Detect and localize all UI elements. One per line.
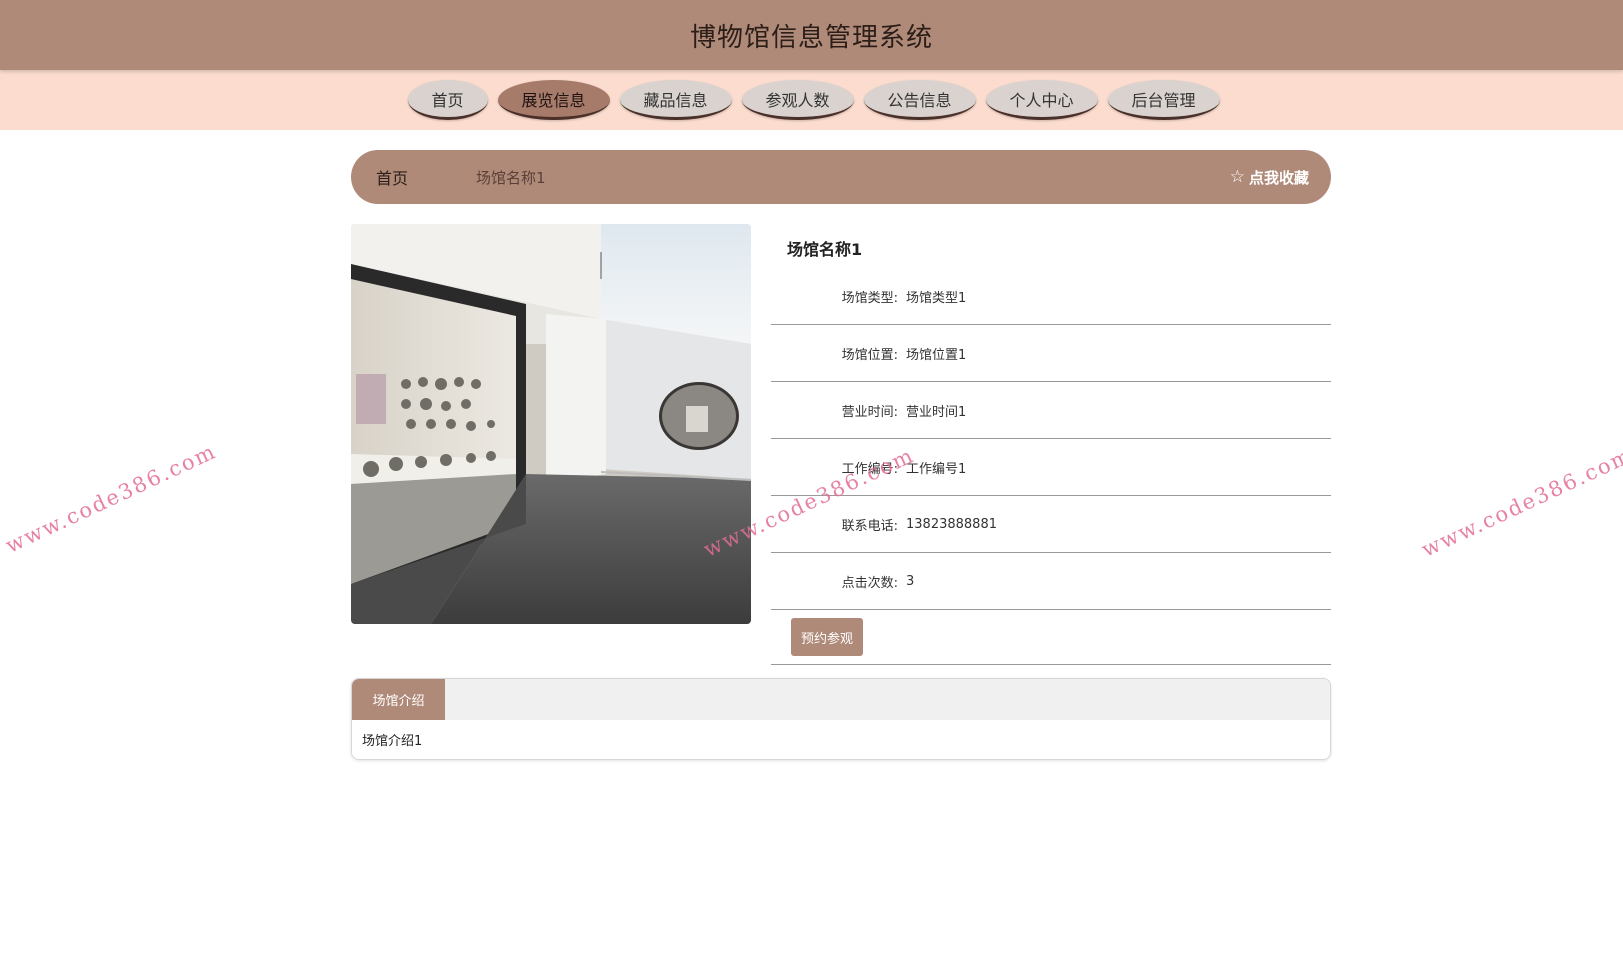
detail-label: 点击次数: [841,575,898,591]
detail-value: 营业时间1 [906,404,967,420]
nav-item-home[interactable]: 首页 [407,80,488,120]
site-header: 博物馆信息管理系统 [0,0,1623,70]
detail-value: 工作编号1 [906,461,967,477]
detail-row-location: 场馆位置: 场馆位置1 [771,325,1331,382]
watermark-right: www.code386.com [1418,443,1623,562]
book-visit-button[interactable]: 预约参观 [791,618,864,656]
nav-item-visitors[interactable]: 参观人数 [741,80,854,120]
detail-label: 营业时间: [841,404,898,420]
nav-item-collections[interactable]: 藏品信息 [619,80,732,120]
detail-label: 场馆位置: [841,347,898,363]
tab-content: 场馆介绍1 [352,720,1330,759]
detail-value: 13823888881 [906,516,997,532]
breadcrumb-current: 场馆名称1 [476,168,546,187]
nav-item-admin[interactable]: 后台管理 [1107,80,1220,120]
detail-label: 场馆类型: [841,290,898,306]
detail-row-clicks: 点击次数: 3 [771,553,1331,610]
detail-value: 3 [906,573,915,589]
tab-venue-intro[interactable]: 场馆介绍 [352,679,445,720]
watermark-left: www.code386.com [2,439,221,558]
detail-label: 工作编号: [841,461,898,477]
detail-value: 场馆类型1 [906,290,967,306]
venue-details: 场馆名称1 场馆类型: 场馆类型1 场馆位置: 场馆位置1 营业时间: 营业时间… [771,224,1331,665]
action-row: 预约参观 [771,610,1331,665]
favorite-label: 点我收藏 [1248,168,1309,187]
site-title: 博物馆信息管理系统 [689,22,933,53]
detail-row-hours: 营业时间: 营业时间1 [771,382,1331,439]
detail-row-staff-id: 工作编号: 工作编号1 [771,439,1331,496]
breadcrumb-home-link[interactable]: 首页 [376,165,476,189]
venue-name: 场馆名称1 [787,240,863,259]
favorite-button[interactable]: ☆ 点我收藏 [1230,167,1309,188]
intro-tabs: 场馆介绍 场馆介绍1 [351,678,1331,760]
nav-item-announcements[interactable]: 公告信息 [863,80,976,120]
venue-photo [351,224,751,624]
tabs-header: 场馆介绍 [352,679,1330,720]
nav-item-exhibitions[interactable]: 展览信息 [497,80,610,120]
detail-row-phone: 联系电话: 13823888881 [771,496,1331,553]
main-nav: 首页 展览信息 藏品信息 参观人数 公告信息 个人中心 后台管理 [0,70,1623,130]
detail-value: 场馆位置1 [906,347,967,363]
nav-item-profile[interactable]: 个人中心 [985,80,1098,120]
detail-label: 联系电话: [841,518,898,534]
detail-row-type: 场馆类型: 场馆类型1 [771,268,1331,325]
breadcrumb: 首页 场馆名称1 ☆ 点我收藏 [351,150,1331,204]
star-icon: ☆ [1229,167,1245,187]
